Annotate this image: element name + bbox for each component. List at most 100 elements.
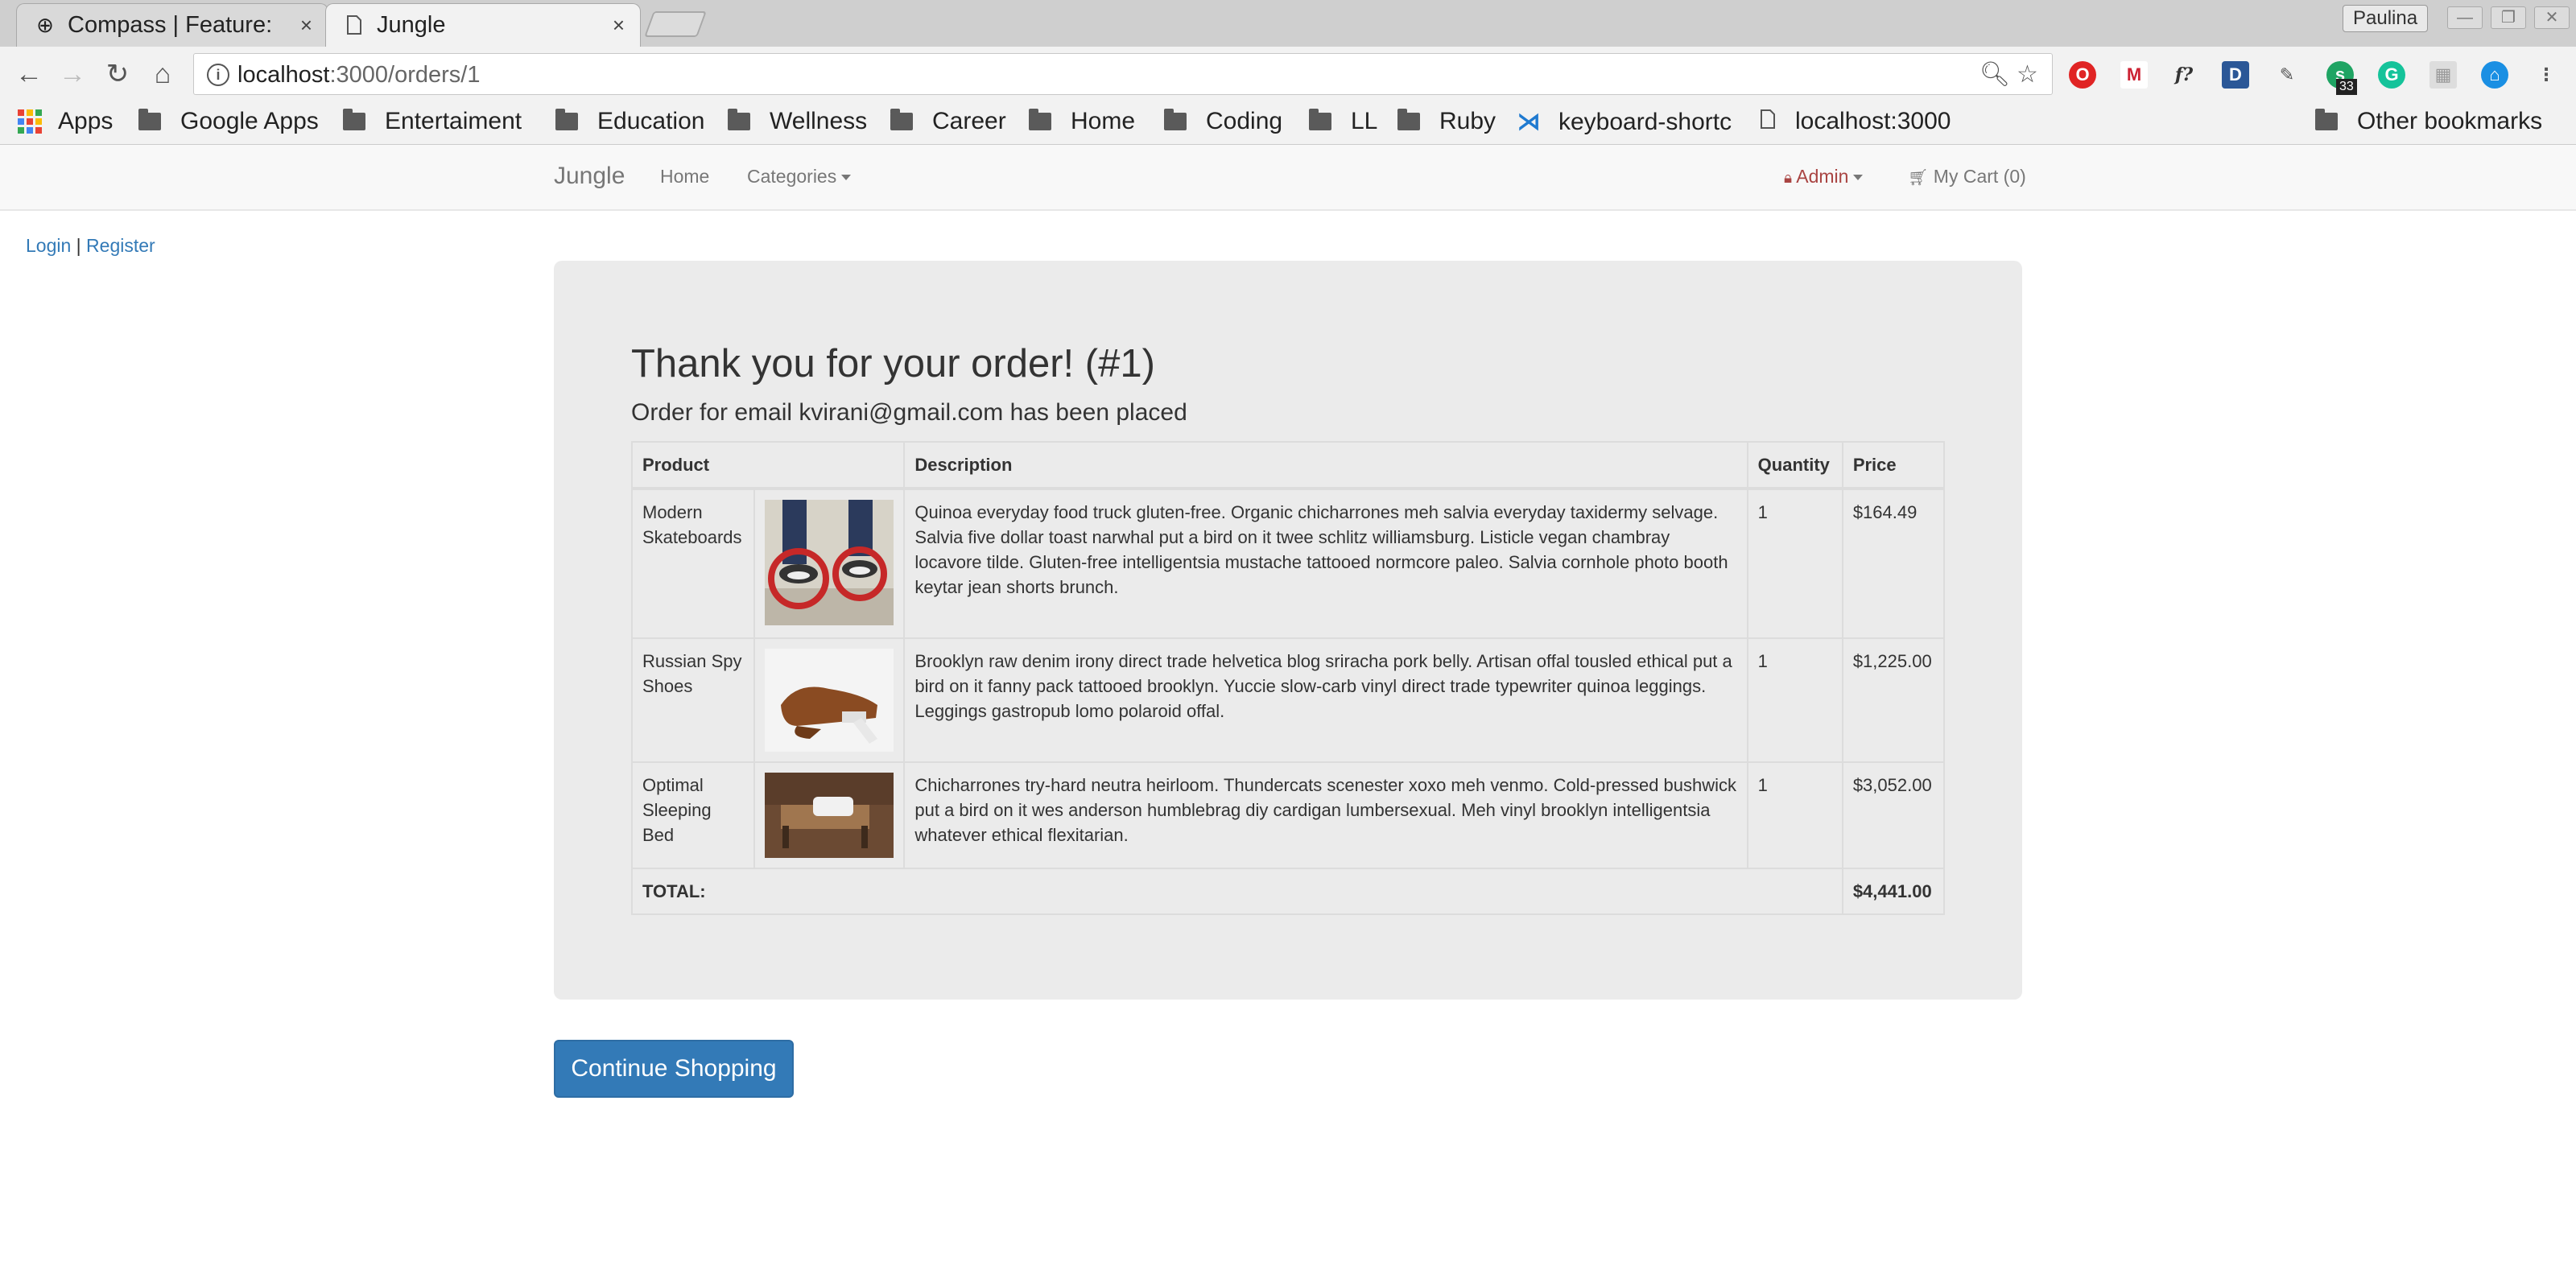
bookmark-keyboard[interactable]: ⋊ keyboard-shortc: [1517, 108, 1739, 136]
back-arrow-icon[interactable]: ←: [13, 58, 45, 90]
order-subtitle: Order for email kvirani@gmail.com has be…: [631, 399, 1187, 426]
auth-links: Login | Register: [26, 235, 155, 257]
nav-home-link[interactable]: Home: [660, 166, 709, 188]
forward-arrow-icon[interactable]: →: [56, 58, 89, 90]
product-price: $1,225.00: [1841, 637, 1946, 763]
auth-separator: |: [76, 235, 81, 256]
vscode-icon: ⋊: [1517, 109, 1541, 135]
profile-button[interactable]: Paulina: [2343, 5, 2429, 32]
bookmark-folder[interactable]: Coding: [1164, 108, 1282, 135]
extension-icon[interactable]: ▦: [2429, 61, 2457, 89]
close-icon[interactable]: ×: [300, 13, 312, 38]
header-description: Description: [903, 441, 1748, 490]
product-quantity: 1: [1746, 637, 1843, 763]
bookmark-folder[interactable]: Google Apps: [138, 108, 319, 135]
bookmark-folder[interactable]: Wellness: [728, 108, 867, 135]
product-name: Optimal Sleeping Bed: [630, 761, 756, 869]
bookmarks-bar: Apps Google Apps Entertaiment Education …: [0, 101, 2576, 145]
header-price: Price: [1841, 441, 1946, 490]
bookmark-folder[interactable]: Career: [890, 108, 1006, 135]
brand-link[interactable]: Jungle: [554, 163, 625, 190]
eyedropper-icon[interactable]: ✎: [2273, 61, 2301, 89]
caret-down-icon: [1853, 175, 1864, 181]
table-row: Optimal Sleeping Bed Chicharrones try-ha…: [630, 761, 1946, 869]
continue-shopping-button[interactable]: Continue Shopping: [554, 1040, 794, 1098]
shoes-product-image: [765, 649, 894, 752]
skateboard-product-image: [765, 500, 894, 625]
product-image-cell: [753, 488, 906, 639]
info-icon[interactable]: i: [207, 64, 229, 86]
page-title: Thank you for your order! (#1): [631, 342, 1155, 385]
cart-icon: 🛒︎: [1908, 169, 1929, 187]
folder-icon: [1397, 109, 1420, 130]
folder-icon: [1164, 109, 1187, 130]
bookmark-folder[interactable]: LL: [1309, 108, 1377, 135]
header-quantity: Quantity: [1746, 441, 1843, 490]
d-extension-icon[interactable]: D: [2222, 61, 2249, 89]
folder-icon: [1029, 109, 1051, 130]
bookmark-folder[interactable]: Entertaiment: [343, 108, 522, 135]
bookmark-folder[interactable]: Home: [1029, 108, 1135, 135]
zoom-icon[interactable]: 🔍︎: [1979, 60, 2010, 89]
register-link[interactable]: Register: [86, 235, 155, 256]
table-header-row: Product Description Quantity Price: [630, 441, 1946, 490]
bank-extension-icon[interactable]: ⌂: [2481, 61, 2508, 89]
new-tab-button[interactable]: [644, 11, 707, 37]
table-row: Russian Spy Shoes Brooklyn raw denim iro…: [630, 637, 1946, 763]
opera-extension-icon[interactable]: O: [2069, 61, 2096, 89]
table-row: Modern Skateboards Quinoa everyday food …: [630, 488, 1946, 639]
product-name: Russian Spy Shoes: [630, 637, 756, 763]
apps-grid-icon: [18, 109, 42, 134]
total-label: TOTAL:: [631, 868, 1843, 915]
gmail-extension-icon[interactable]: M: [2120, 61, 2148, 89]
product-quantity: 1: [1746, 488, 1843, 639]
grammarly-icon[interactable]: G: [2378, 61, 2405, 89]
tab-jungle[interactable]: Jungle ×: [325, 3, 641, 47]
product-description: Brooklyn raw denim irony direct trade he…: [903, 637, 1748, 763]
product-quantity: 1: [1746, 761, 1843, 869]
extension-badge: 33: [2336, 79, 2357, 95]
folder-icon: [1309, 109, 1331, 130]
browser-tabstrip: ⊕ Compass | Feature: × Jungle × Paulina …: [0, 0, 2576, 47]
lock-icon: 🔒︎: [1784, 170, 1793, 187]
tab-compass[interactable]: ⊕ Compass | Feature: ×: [16, 3, 328, 47]
product-price: $164.49: [1841, 488, 1946, 639]
folder-icon: [343, 109, 365, 130]
folder-icon: [890, 109, 913, 130]
minimize-icon[interactable]: —: [2447, 6, 2483, 29]
menu-icon[interactable]: ⋮: [2533, 61, 2560, 89]
nav-categories-dropdown[interactable]: Categories: [747, 166, 852, 188]
folder-icon: [728, 109, 750, 130]
star-icon[interactable]: ☆: [2017, 60, 2038, 89]
folder-icon: [138, 109, 161, 130]
tab-title: Compass | Feature:: [68, 11, 273, 38]
login-link[interactable]: Login: [26, 235, 71, 256]
page-icon: [343, 14, 365, 36]
product-price: $3,052.00: [1841, 761, 1946, 869]
bookmark-localhost[interactable]: localhost:3000: [1760, 108, 1951, 135]
folder-icon: [555, 109, 578, 130]
order-panel: Thank you for your order! (#1) Order for…: [554, 261, 2022, 1000]
url-text: localhost:3000/orders/1: [237, 62, 481, 88]
product-description: Quinoa everyday food truck gluten-free. …: [903, 488, 1748, 639]
site-navbar: Jungle Home Categories 🔒︎ Admin 🛒︎ My Ca…: [0, 145, 2576, 211]
tab-title: Jungle: [377, 11, 446, 38]
bookmark-folder[interactable]: Ruby: [1397, 108, 1496, 135]
bed-product-image: [765, 773, 894, 858]
page-icon: [1760, 108, 1776, 135]
bookmark-folder[interactable]: Education: [555, 108, 704, 135]
bookmark-apps[interactable]: Apps: [18, 108, 113, 135]
caret-down-icon: [841, 175, 852, 181]
close-window-icon[interactable]: ✕: [2534, 6, 2570, 29]
font-extension-icon[interactable]: f?: [2170, 61, 2198, 89]
reload-icon[interactable]: ↻: [101, 58, 134, 90]
restore-icon[interactable]: ❐: [2491, 6, 2526, 29]
nav-admin-dropdown[interactable]: 🔒︎ Admin: [1784, 166, 1864, 188]
nav-cart-link[interactable]: 🛒︎ My Cart (0): [1908, 166, 2026, 188]
address-bar[interactable]: i localhost:3000/orders/1 🔍︎ ☆: [193, 53, 2053, 95]
browser-toolbar: ← → ↻ ⌂ i localhost:3000/orders/1 🔍︎ ☆ O…: [0, 47, 2576, 101]
bookmark-other[interactable]: Other bookmarks: [2315, 108, 2542, 135]
close-icon[interactable]: ×: [613, 13, 625, 38]
home-icon[interactable]: ⌂: [147, 58, 179, 90]
compass-favicon-icon: ⊕: [36, 12, 54, 37]
